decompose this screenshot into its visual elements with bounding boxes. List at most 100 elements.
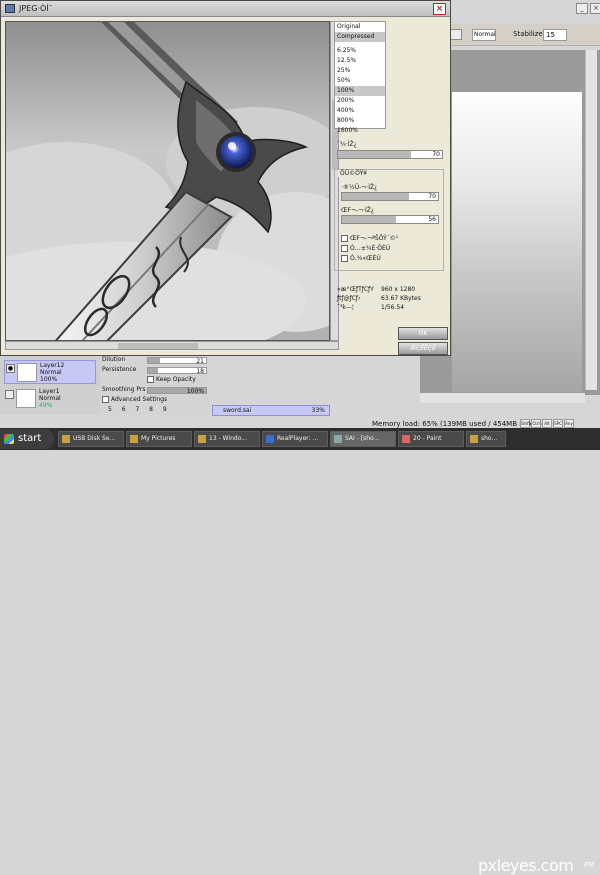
realplayer-icon [266,435,274,443]
preview-mode-list[interactable]: Original Compressed 6.25% 12.5% 25% 50% … [334,21,386,134]
file-size-row: ƒtƒ@ƒCƒ‹ 63.67 KBytes [337,295,421,302]
compression-ratio-row: ˆ³k—¦ 1/56.54 [337,304,404,311]
blend-mode-select[interactable]: Normal [472,29,496,41]
quality-value: 70 [432,151,440,158]
dialog-title: JPEG·ÒÍ¯ [19,4,53,13]
smoothing-slider[interactable]: 100% [147,387,207,395]
dilution-slider[interactable]: 21 [147,357,207,365]
sai-icon [334,435,342,443]
layer-opacity: 100% [40,376,58,383]
start-button[interactable]: start [0,429,54,449]
advanced-row[interactable]: Advanced Settings [102,396,208,405]
alt-indicator: Alt [542,419,552,428]
scroll-thumb[interactable] [118,343,198,349]
brush-size-ticks[interactable]: 5 6 7 8 9 [108,406,214,415]
compression-ratio-value: 1/56.54 [381,304,405,311]
jpeg-export-dialog: JPEG·ÒÍ¯ × Original Compressed 6.25% 12.… [0,0,451,356]
persistence-slider[interactable]: 18 [147,367,207,375]
canvas-horizontal-scrollbar[interactable] [420,393,585,403]
dialog-titlebar[interactable]: JPEG·ÒÍ¯ × [1,1,450,17]
smoothing-strength-label: ŒF¬-¬·ÌŽ¿ [341,207,375,214]
option-row[interactable]: Ò,¾«ŒÈÚ [341,255,381,262]
taskbar-item[interactable]: My Pictures [126,431,192,447]
smoothing-strength-slider[interactable]: 56 [341,215,439,224]
zoom-6-25[interactable]: 6.25% [335,46,385,56]
taskbar-item-label: My Pictures [141,435,176,442]
quality-slider[interactable]: 70 [337,150,443,159]
zoom-200[interactable]: 200% [335,96,385,106]
close-button[interactable]: × [433,3,446,15]
option-checkbox[interactable] [341,235,348,242]
any-indicator: Any [564,419,574,428]
taskbar-item[interactable]: sho... [466,431,506,447]
taskbar-item-label: 20 - Paint [413,435,442,442]
layer-thumbnail [16,389,36,408]
layer-item[interactable]: Layer1 Normal 49% [4,387,96,411]
close-app-button[interactable]: × [590,3,600,14]
image-size-value: 960 x 1280 [381,286,416,293]
zoom-800[interactable]: 800% [335,116,385,126]
layer-opacity: 49% [39,402,53,409]
taskbar-item-label: USB Disk Se... [73,435,116,442]
smoothing-label: Smoothing Prs [102,386,146,393]
brush-settings-panel: Dilution 21 Persistence 18 Keep Opacity … [100,355,210,415]
option-row[interactable]: Ò…±¾É·ÕÈÚ [341,245,390,252]
subsampling-label: ÕÛ©ÕŸ¥ [338,170,369,177]
sub-quality-slider[interactable]: 70 [341,192,439,201]
taskbar-item[interactable]: SAI - [sho... [330,431,396,447]
toolbar-button[interactable] [450,29,462,40]
visibility-icon[interactable]: ● [6,364,15,373]
keep-opacity-checkbox[interactable] [147,376,154,383]
zoom-25[interactable]: 25% [335,66,385,76]
zoom-100[interactable]: 100% [335,86,385,96]
zoom-400[interactable]: 400% [335,106,385,116]
zoom-50[interactable]: 50% [335,76,385,86]
minimize-button[interactable]: _ [576,3,588,14]
file-size-label: ƒtƒ@ƒCƒ‹ [337,295,361,302]
visibility-icon[interactable] [5,390,14,399]
taskbar-item-label: SAI - [sho... [345,435,380,442]
jpeg-preview[interactable] [5,21,330,341]
windows-logo-icon [4,434,14,444]
taskbar-item[interactable]: USB Disk Se... [58,431,124,447]
preview-horizontal-scrollbar[interactable] [5,341,339,350]
advanced-settings-label: Advanced Settings [111,396,168,403]
smoothing-row[interactable]: Smoothing Prs 100% [102,386,208,395]
taskbar-item-label: RealPlayer: ... [277,435,319,442]
stabilizer-select[interactable]: 15 [543,29,567,41]
taskbar-item[interactable]: 13 - Windo... [194,431,260,447]
quality-label: ¨¾·ÌŽ¿ [337,141,357,148]
document-tab[interactable]: sword.sai 33% [212,405,330,416]
stabilizer-label: Stabilizer [513,30,546,38]
persistence-row[interactable]: Persistence 18 [102,366,208,375]
cancel-button[interactable]: ÆÇÊÊÇÊ [398,342,448,355]
option-checkbox[interactable] [341,255,348,262]
dilution-label: Dilution [102,356,126,363]
mode-compressed[interactable]: Compressed [335,32,385,42]
layer-item[interactable]: ● Layer12 Normal 100% [4,360,96,384]
option-row[interactable]: ŒF¬-¬ªŠÕŸ´©¹ [341,235,398,242]
zoom-12-5[interactable]: 12.5% [335,56,385,66]
keep-opacity-row[interactable]: Keep Opacity [102,376,208,385]
option-checkbox[interactable] [341,245,348,252]
ok-button[interactable]: OK [398,327,448,340]
option-label: Ò…±¾É·ÕÈÚ [350,245,391,252]
taskbar-item[interactable]: 20 - Paint [398,431,464,447]
folder-icon [130,435,138,443]
smoothing-value: 100% [186,388,204,395]
sub-quality-value: 70 [428,193,436,200]
dilution-row[interactable]: Dilution 21 [102,356,208,365]
smoothing-strength-value: 56 [428,216,436,223]
layer-mode: Normal [39,395,61,402]
persistence-label: Persistence [102,366,137,373]
canvas-vertical-scrollbar[interactable] [585,50,597,390]
advanced-settings-checkbox[interactable] [102,396,109,403]
sword-preview-image [6,22,329,340]
taskbar-item[interactable]: RealPlayer: ... [262,431,328,447]
zoom-1600[interactable]: 1600% [335,126,385,136]
canvas[interactable] [452,92,582,392]
image-size-row: »æ°ŒƒTƒCƒY 960 x 1280 [337,286,415,293]
mode-original[interactable]: Original [335,22,385,32]
layer-panel: ● Layer12 Normal 100% Layer1 Normal 49% [0,355,100,415]
shift-indicator: Shift [520,419,531,428]
